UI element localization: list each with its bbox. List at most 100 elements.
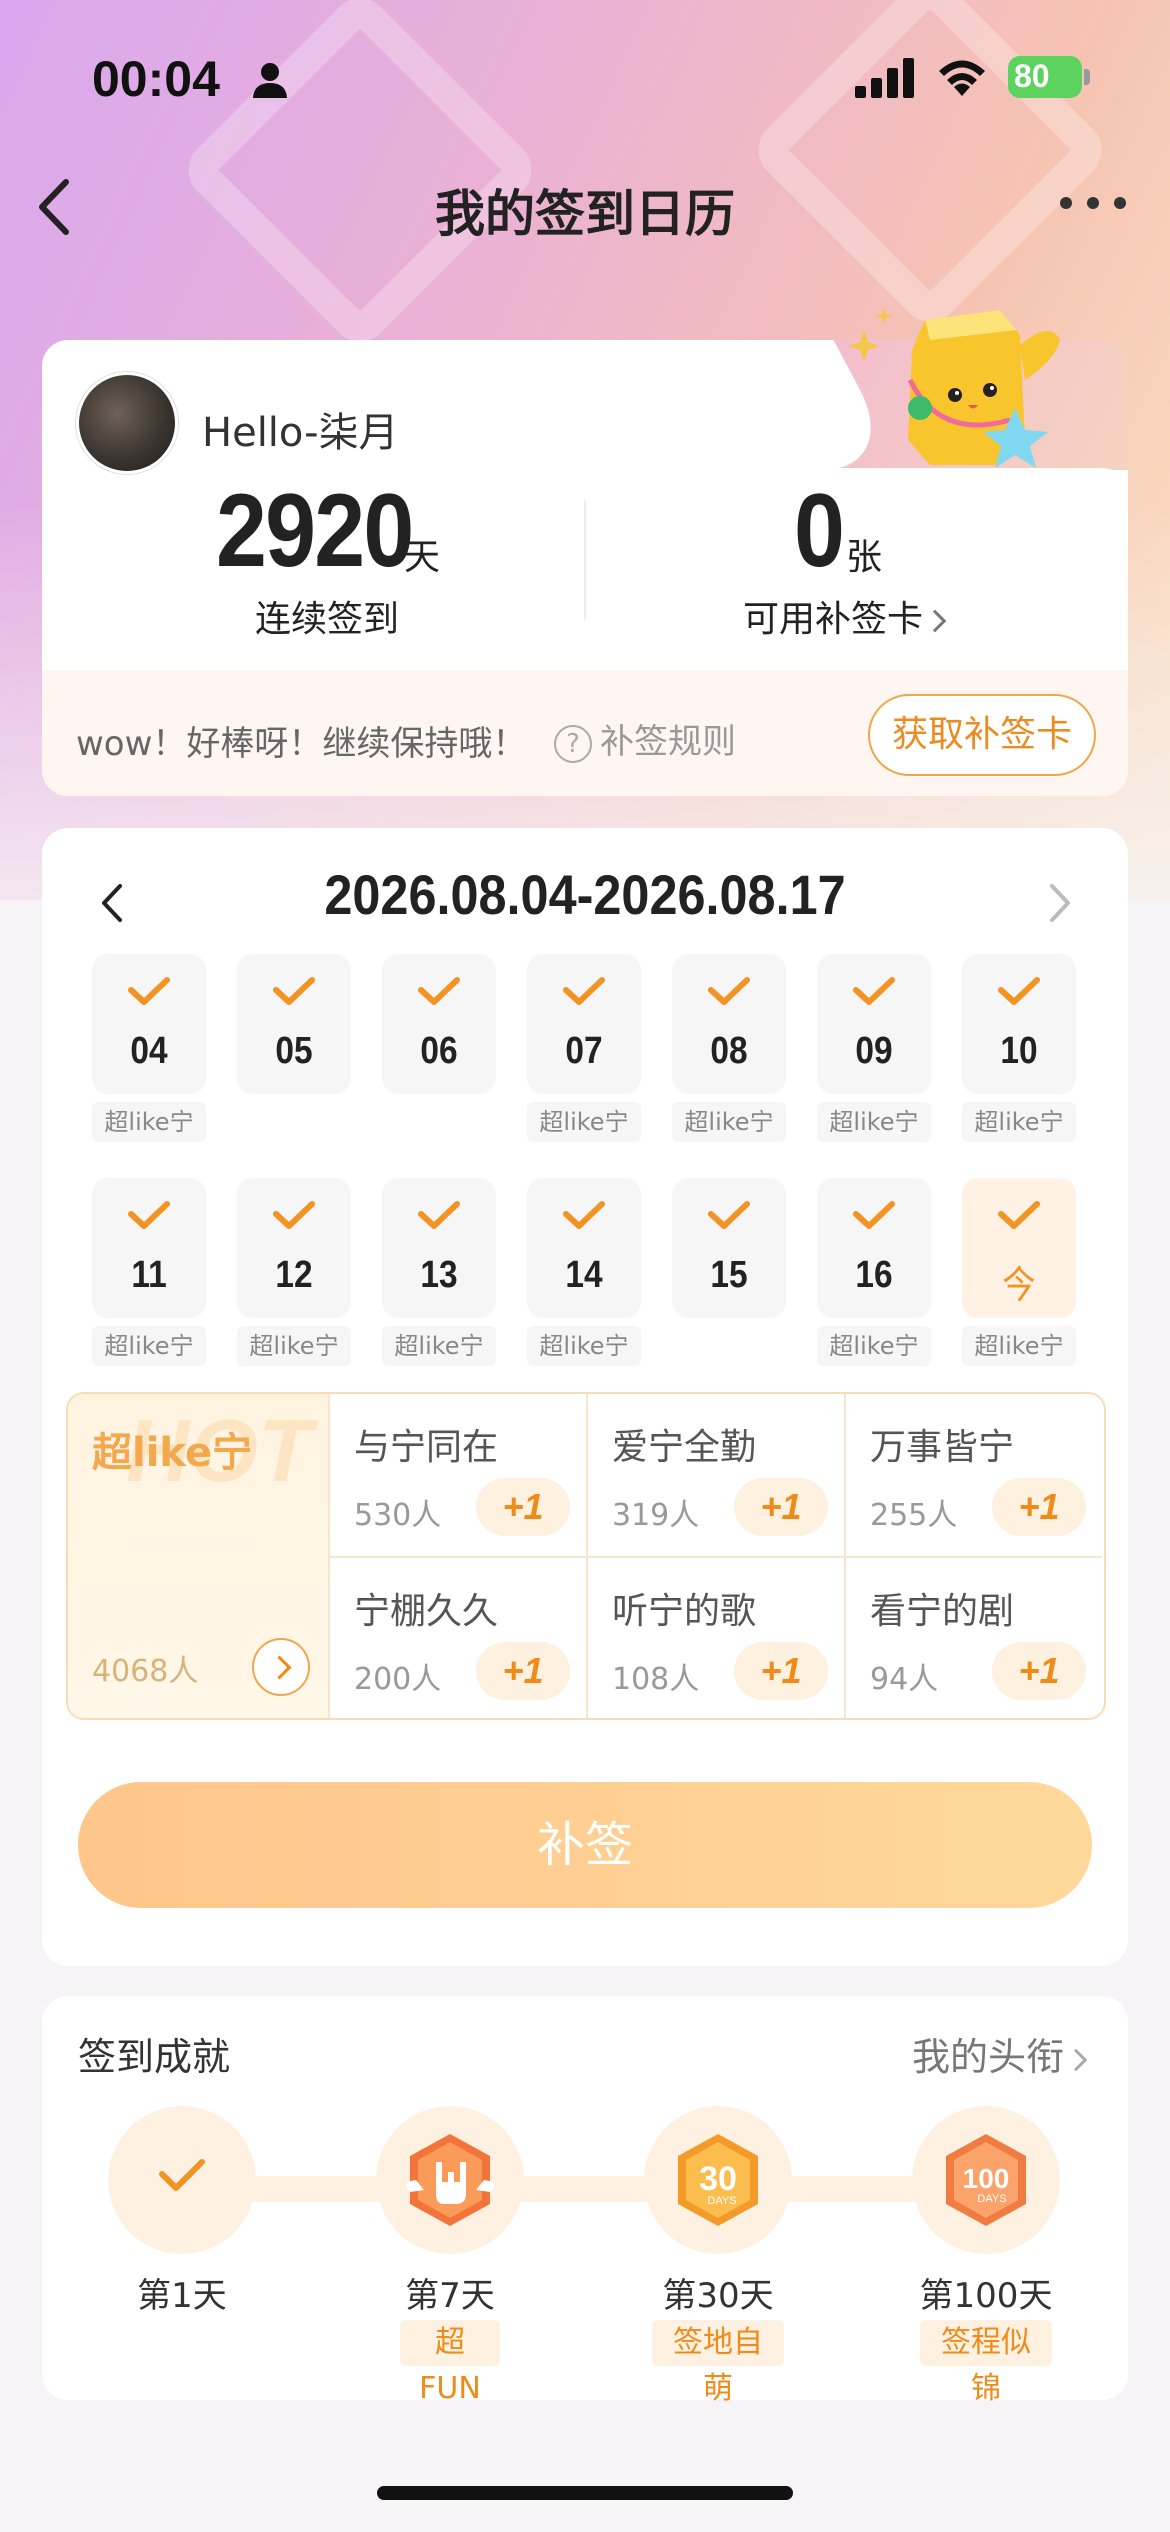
plus-one-button[interactable]: +1 (476, 1478, 570, 1536)
more-options-icon[interactable] (1058, 188, 1128, 218)
calendar-day[interactable]: 12 (237, 1178, 351, 1318)
day-tag: 超like宁 (962, 1102, 1076, 1142)
promo-row: wow！好棒呀！继续保持哦！ ? 补签规则 获取补签卡 (42, 670, 1128, 796)
topic-item[interactable]: 爱宁全勤 319人 +1 (586, 1394, 844, 1558)
username: Hello-柒月 (202, 410, 399, 456)
check-icon (708, 977, 750, 1005)
day-tag: 超like宁 (382, 1326, 496, 1366)
plus-one-button[interactable]: +1 (992, 1642, 1086, 1700)
achievement-badge (376, 2106, 524, 2254)
day-number: 09 (855, 1030, 893, 1072)
topic-name: 听宁的歌 (612, 1591, 757, 1632)
status-bar: 00:04 80 (0, 40, 1170, 120)
stat-divider (584, 500, 586, 620)
calendar-day[interactable]: 07 (527, 954, 641, 1094)
check-icon (273, 1201, 315, 1229)
topic-name: 看宁的剧 (870, 1591, 1015, 1632)
calendar-day[interactable]: 15 (672, 1178, 786, 1318)
achievement-day: 第100天 (919, 2276, 1053, 2316)
wifi-icon (939, 60, 985, 96)
calendar-day[interactable]: 09 (817, 954, 931, 1094)
day-tag: 超like宁 (92, 1102, 206, 1142)
day-tag: 超like宁 (672, 1102, 786, 1142)
topic-featured[interactable]: HOT 超like宁 4068人 (68, 1394, 328, 1718)
battery-icon: 80 (1008, 56, 1090, 100)
topic-item[interactable]: 看宁的剧 94人 +1 (844, 1558, 1102, 1718)
streak-days-unit: 天 (404, 537, 441, 578)
topic-panel: HOT 超like宁 4068人 与宁同在 530人 +1 爱宁全勤 319人 … (66, 1392, 1106, 1720)
day-number: 07 (565, 1030, 603, 1072)
status-time: 00:04 (92, 51, 220, 107)
my-titles-link[interactable]: 我的头衔 (911, 2026, 1088, 2081)
topic-count: 530人 (354, 1498, 442, 1533)
day-number: 14 (565, 1254, 603, 1296)
calendar-day[interactable]: 06 (382, 954, 496, 1094)
check-icon (418, 977, 460, 1005)
calendar-day-today[interactable]: 今 (962, 1178, 1076, 1318)
mascot-illustration (848, 308, 1060, 468)
svg-text:DAYS: DAYS (977, 2193, 1006, 2205)
100-days-badge-icon: 100 DAYS (946, 2134, 1026, 2226)
chevron-right-icon (1064, 2048, 1088, 2071)
check-icon (273, 977, 315, 1005)
calendar-day[interactable]: 14 (527, 1178, 641, 1318)
makeup-sign-in-button[interactable]: 补签 (78, 1782, 1092, 1908)
calendar-day[interactable]: 16 (817, 1178, 931, 1318)
day-number: 10 (1000, 1030, 1038, 1072)
day-tag: 超like宁 (237, 1326, 351, 1366)
next-period-icon[interactable] (1044, 878, 1074, 928)
plus-one-button[interactable]: +1 (992, 1478, 1086, 1536)
streak-label: 连续签到 (254, 599, 399, 640)
topic-name: 万事皆宁 (870, 1427, 1015, 1468)
check-icon (128, 977, 170, 1005)
day-tag: 超like宁 (817, 1326, 931, 1366)
day-tag: 超like宁 (527, 1326, 641, 1366)
topic-count: 94人 (870, 1662, 939, 1697)
day-tag: 超like宁 (817, 1102, 931, 1142)
calendar-day[interactable]: 13 (382, 1178, 496, 1318)
promo-text: wow！好棒呀！继续保持哦！ (76, 724, 527, 764)
achievement-title-tag: 签地自萌 (652, 2320, 784, 2406)
day-number: 04 (130, 1030, 168, 1072)
chevron-right-icon (923, 609, 947, 633)
achievement-title-tag: 超FUN (400, 2320, 500, 2406)
avatar[interactable] (76, 372, 178, 474)
day-number: 05 (275, 1030, 313, 1072)
topic-count: 200人 (354, 1662, 442, 1697)
achievement-day: 第7天 (405, 2276, 495, 2316)
calendar-day[interactable]: 11 (92, 1178, 206, 1318)
topic-item[interactable]: 万事皆宁 255人 +1 (844, 1394, 1102, 1558)
day-number: 15 (710, 1254, 748, 1296)
day-number: 13 (420, 1254, 458, 1296)
day-number: 16 (855, 1254, 893, 1296)
topic-item[interactable]: 听宁的歌 108人 +1 (586, 1558, 844, 1718)
makeup-cards-link[interactable]: 可用补签卡 (708, 590, 978, 642)
check-icon (563, 977, 605, 1005)
check-icon (998, 977, 1040, 1005)
calendar-day[interactable]: 05 (237, 954, 351, 1094)
day-number: 06 (420, 1030, 458, 1072)
chevron-right-icon[interactable] (252, 1638, 310, 1696)
calendar-day[interactable]: 08 (672, 954, 786, 1094)
calendar-day[interactable]: 10 (962, 954, 1076, 1094)
topic-item[interactable]: 宁棚久久 200人 +1 (328, 1558, 586, 1718)
achievement-title-tag: 签程似锦 (920, 2320, 1052, 2406)
date-range: 2026.08.04-2026.08.17 (324, 863, 846, 926)
svg-text:DAYS: DAYS (707, 2195, 736, 2207)
rock-hand-badge-icon (406, 2134, 494, 2226)
calendar-day[interactable]: 04 (92, 954, 206, 1094)
rules-link[interactable]: ? 补签规则 (554, 714, 736, 763)
topic-name: 爱宁全勤 (612, 1427, 757, 1468)
plus-one-button[interactable]: +1 (734, 1642, 828, 1700)
topic-count: 319人 (612, 1498, 700, 1533)
topic-count: 255人 (870, 1498, 958, 1533)
plus-one-button[interactable]: +1 (476, 1642, 570, 1700)
plus-one-button[interactable]: +1 (734, 1478, 828, 1536)
achievements-card: 签到成就 我的头衔 第1天 第7天 超FUN 30 DAYS 第30天 签地自萌… (42, 1996, 1128, 2406)
get-makeup-card-button[interactable]: 获取补签卡 (868, 694, 1096, 776)
topic-item[interactable]: 与宁同在 530人 +1 (328, 1394, 586, 1558)
streak-days-value: 2920 (216, 473, 414, 589)
person-icon (253, 63, 287, 98)
home-indicator[interactable] (377, 2486, 793, 2500)
my-titles-label: 我的头衔 (911, 2035, 1064, 2079)
